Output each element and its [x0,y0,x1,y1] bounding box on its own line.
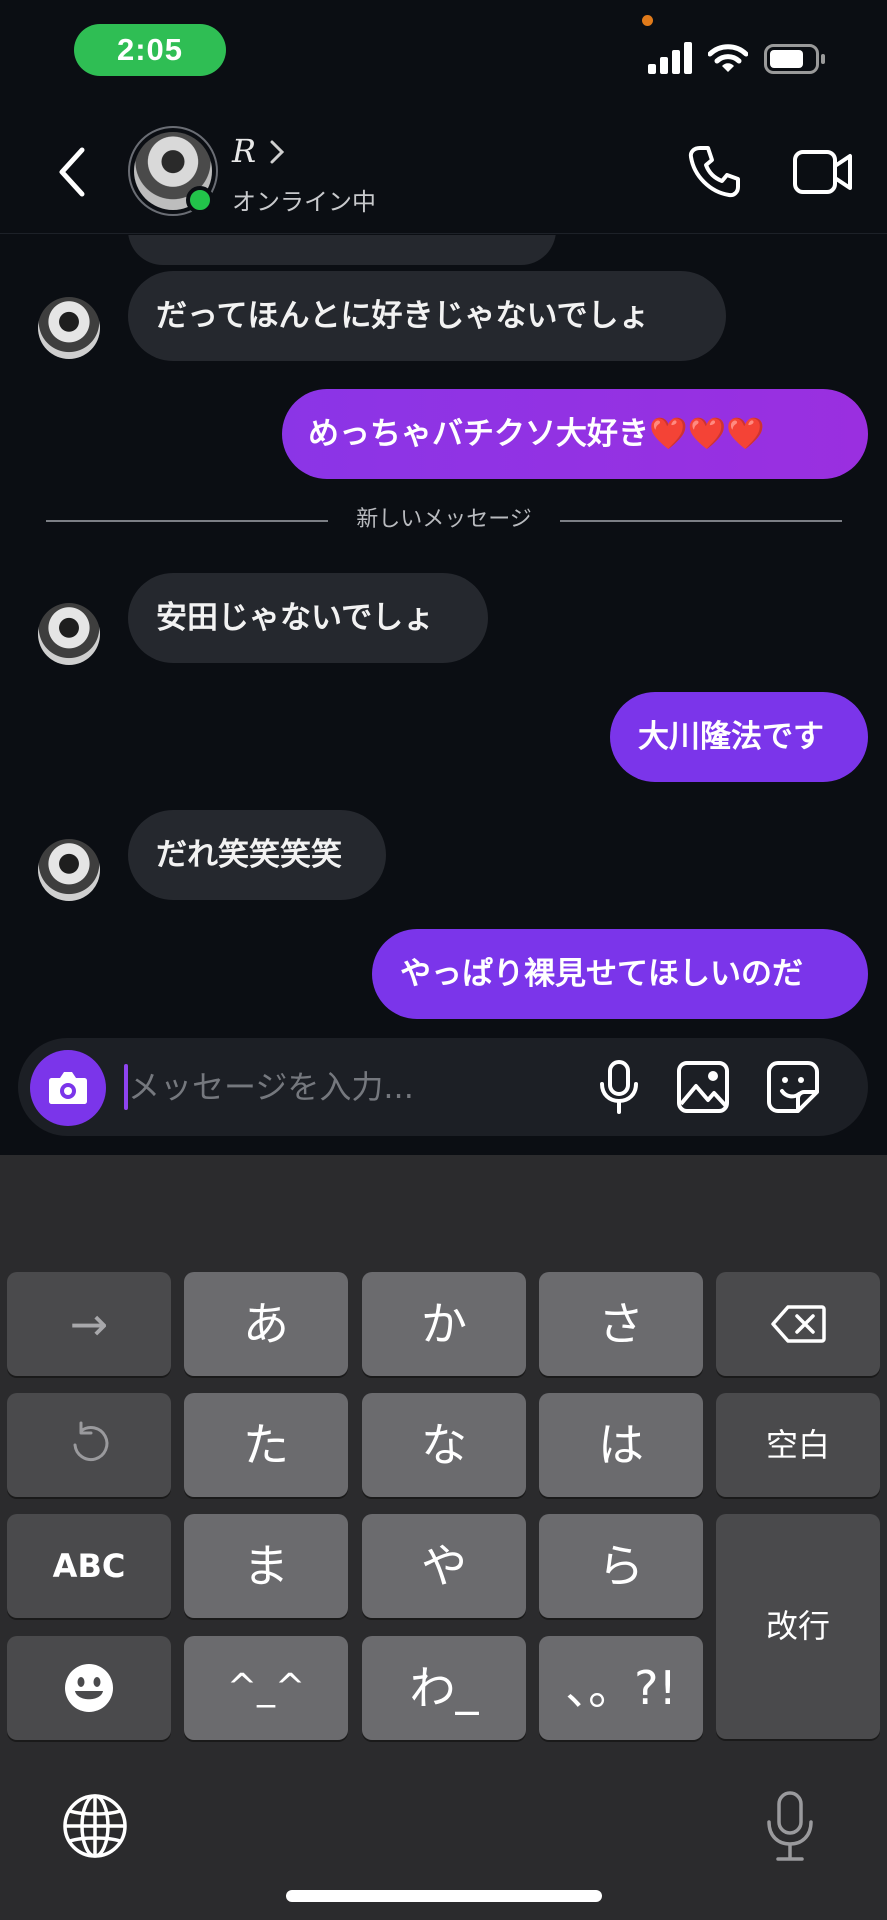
message-bubble-incoming[interactable]: だれ笑笑笑笑 [128,810,386,900]
new-messages-divider: 新しいメッセージ [46,505,842,535]
camera-button[interactable] [30,1050,106,1126]
contact-status: オンライン中 [232,188,376,216]
message-bubble-outgoing[interactable]: めっちゃバチクソ大好き❤️❤️❤️ [282,389,868,479]
key-space[interactable]: 空白 [716,1393,880,1497]
camera-icon [49,1072,87,1104]
wifi-icon [708,44,748,72]
video-camera-icon[interactable] [792,146,854,198]
battery-icon [764,44,825,74]
key-ma[interactable]: ま [184,1514,348,1618]
key-sa[interactable]: さ [539,1272,703,1376]
message-bubble-partial [128,235,556,265]
message-list[interactable]: だってほんとに好きじゃないでしょ めっちゃバチクソ大好き❤️❤️❤️ 新しいメッ… [0,235,887,1035]
chevron-right-icon[interactable] [268,138,286,166]
sender-avatar[interactable] [38,603,100,665]
key-ha[interactable]: は [539,1393,703,1497]
emoji-icon [65,1664,113,1712]
backspace-icon [771,1305,826,1343]
message-bubble-outgoing[interactable]: 大川隆法です [610,692,868,782]
image-icon[interactable] [676,1060,730,1114]
globe-icon[interactable] [62,1793,128,1859]
message-composer: メッセージを入力... [18,1038,868,1136]
status-bar: 2:05 [0,0,887,110]
key-return[interactable]: 改行 [716,1514,880,1739]
status-time: 2:05 [74,24,226,76]
key-wa[interactable]: わ_ [362,1636,526,1740]
key-na[interactable]: な [362,1393,526,1497]
message-bubble-incoming[interactable]: 安田じゃないでしょ [128,573,488,663]
undo-icon [73,1421,109,1462]
key-ta[interactable]: た [184,1393,348,1497]
contact-name[interactable]: R [232,132,256,170]
online-indicator [186,186,214,214]
key-ka[interactable]: か [362,1272,526,1376]
divider-label: 新しいメッセージ [356,507,532,532]
microphone-icon[interactable] [594,1060,644,1114]
home-indicator[interactable] [286,1890,602,1902]
key-ya[interactable]: や [362,1514,526,1618]
back-icon[interactable] [48,140,96,204]
key-a[interactable]: あ [184,1272,348,1376]
key-kaomoji[interactable]: ^_^ [184,1636,348,1740]
key-backspace[interactable] [716,1272,880,1376]
dictation-icon[interactable] [762,1790,818,1864]
message-input[interactable]: メッセージを入力... [128,1038,414,1136]
sender-avatar[interactable] [38,839,100,901]
key-undo[interactable] [7,1393,171,1497]
keyboard: → あ か さ た な は 空白 ABC ま や ら 改行 ^_^ わ_ 、。?… [0,1155,887,1920]
phone-icon[interactable] [686,144,742,200]
key-arrow-right[interactable]: → [7,1272,171,1376]
key-emoji[interactable] [7,1636,171,1740]
message-bubble-incoming[interactable]: だってほんとに好きじゃないでしょ [128,271,726,361]
cellular-signal-icon [648,42,692,74]
sender-avatar[interactable] [38,297,100,359]
key-punctuation[interactable]: 、。?! [539,1636,703,1740]
chat-header: R オンライン中 [0,110,887,234]
key-ra[interactable]: ら [539,1514,703,1618]
message-bubble-outgoing[interactable]: やっぱり裸見せてほしいのだ [372,929,868,1019]
sticker-icon[interactable] [766,1060,820,1114]
key-abc[interactable]: ABC [7,1514,171,1618]
privacy-indicator [642,15,653,26]
